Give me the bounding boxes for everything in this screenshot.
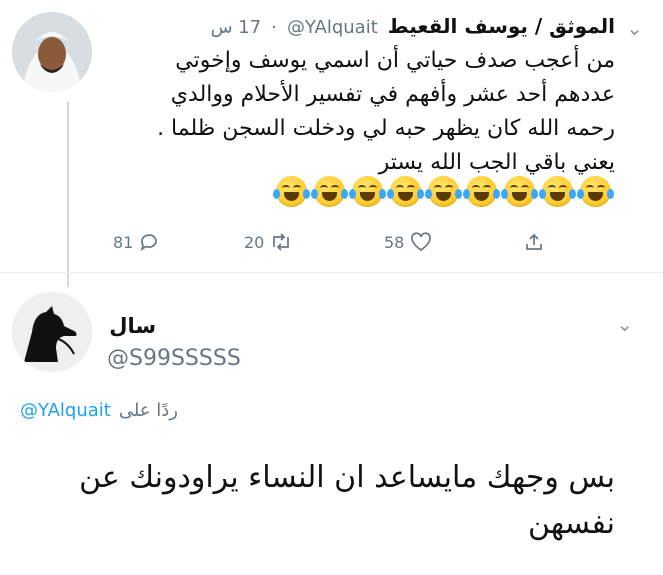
replying-to: @YAlquait ردًا على bbox=[20, 400, 178, 421]
like-count: 58 bbox=[384, 232, 405, 252]
tears-of-joy-emoji-icon bbox=[273, 176, 310, 207]
tears-of-joy-emoji-icon bbox=[501, 176, 538, 207]
share-action[interactable] bbox=[524, 232, 544, 252]
like-action[interactable]: 58 bbox=[384, 232, 432, 252]
retweet-icon bbox=[273, 233, 290, 251]
tears-of-joy-emoji-icon bbox=[387, 176, 424, 207]
tweet-line: يعني باقي الجب الله يستر bbox=[378, 150, 615, 175]
avatar-image bbox=[12, 292, 92, 372]
reply-icon bbox=[141, 234, 158, 251]
timestamp[interactable]: 17 س bbox=[211, 17, 262, 38]
share-icon bbox=[526, 233, 542, 250]
reply-handle[interactable]: @S99SSSSS bbox=[107, 346, 241, 371]
tears-of-joy-emoji-icon bbox=[463, 176, 500, 207]
chevron-down-icon[interactable]: ⌄ bbox=[616, 314, 633, 334]
tweet-line: رحمه الله كان يظهر حبه لي ودخلت السجن ظل… bbox=[157, 116, 615, 141]
replying-to-label: ردًا على bbox=[118, 400, 178, 421]
chevron-down-icon[interactable]: ⌄ bbox=[626, 18, 643, 38]
handle[interactable]: @YAlquait bbox=[287, 17, 378, 38]
reply-count: 81 bbox=[113, 232, 134, 252]
reply-action[interactable]: 81 bbox=[113, 232, 159, 252]
tweet-body: من أعجب صدف حياتي أن اسمي يوسف وإخوتي عد… bbox=[55, 44, 615, 180]
tears-of-joy-emoji-icon bbox=[577, 176, 614, 207]
reply-body: بس وجهك مايساعد ان النساء يراودونك عن نف… bbox=[5, 455, 615, 547]
retweet-count: 20 bbox=[244, 232, 265, 252]
tears-of-joy-emoji-icon bbox=[349, 176, 386, 207]
tears-of-joy-emoji-icon bbox=[311, 176, 348, 207]
reply-line: بس وجهك مايساعد ان النساء يراودونك عن bbox=[79, 460, 615, 495]
tweet-line: عددهم أحد عشر وأفهم في تفسير الأحلام ووا… bbox=[170, 82, 615, 107]
tweet-line: من أعجب صدف حياتي أن اسمي يوسف وإخوتي bbox=[175, 48, 615, 73]
divider bbox=[0, 272, 663, 273]
separator-dot: · bbox=[271, 17, 277, 38]
tears-of-joy-emoji-icon bbox=[539, 176, 576, 207]
like-icon bbox=[411, 232, 432, 252]
replying-to-handle[interactable]: @YAlquait bbox=[20, 400, 111, 421]
tears-of-joy-emoji-icon bbox=[425, 176, 462, 207]
retweet-action[interactable]: 20 bbox=[244, 232, 292, 252]
tweet-header: الموثق / يوسف القعيط @YAlquait · 17 س bbox=[211, 14, 615, 38]
emoji-row bbox=[273, 176, 614, 207]
avatar-s99sssss[interactable] bbox=[12, 292, 92, 372]
reply-display-name[interactable]: سال bbox=[109, 314, 156, 338]
reply-line: نفسهن bbox=[528, 506, 615, 541]
display-name[interactable]: الموثق / يوسف القعيط bbox=[388, 14, 615, 38]
